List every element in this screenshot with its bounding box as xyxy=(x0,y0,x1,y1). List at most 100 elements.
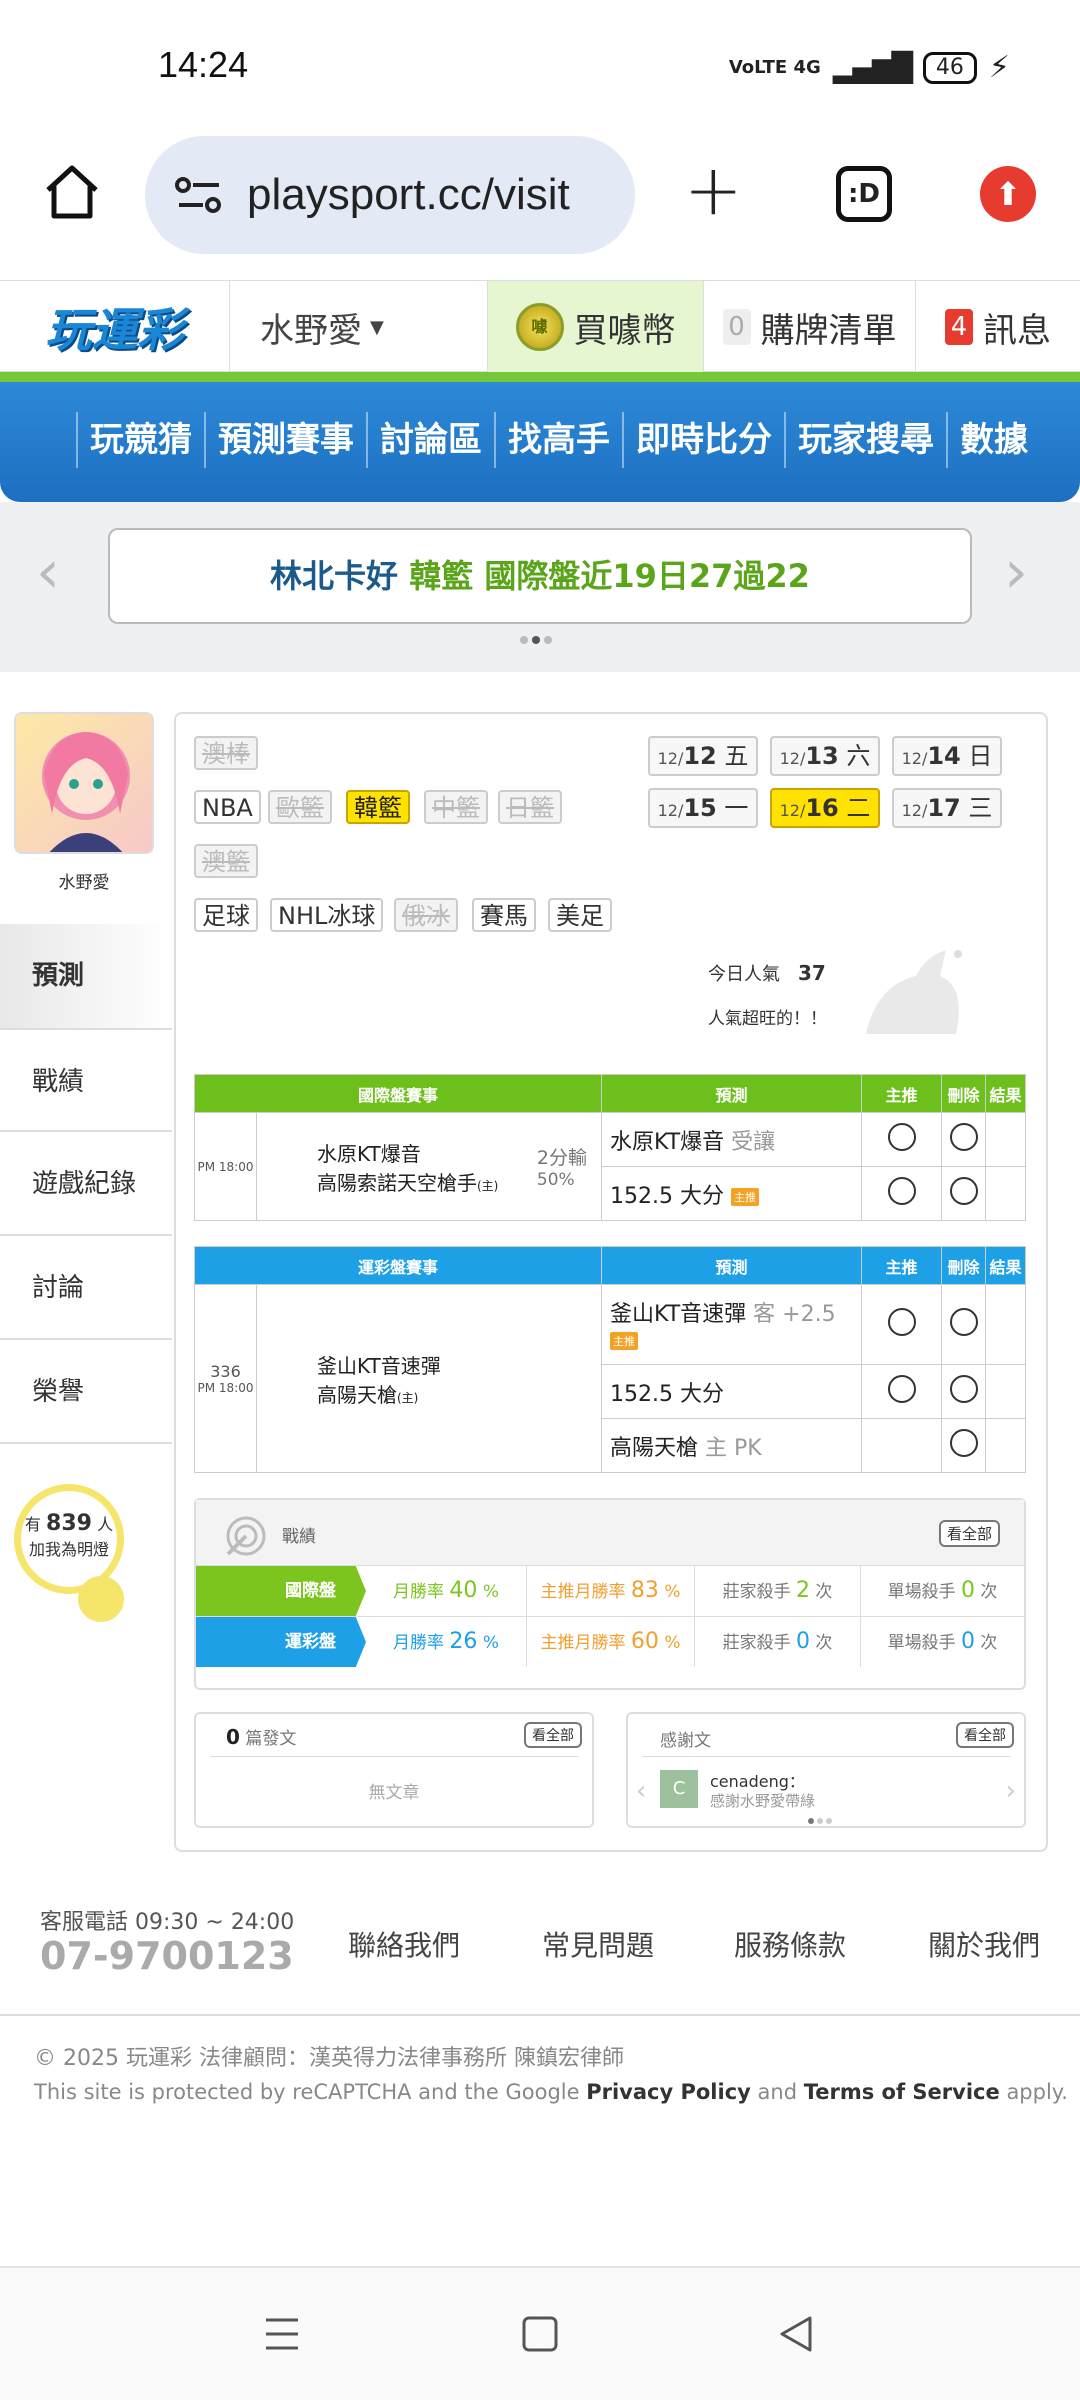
date-button[interactable]: 12/14 日 xyxy=(892,736,1002,776)
service-phone[interactable]: 07-9700123 xyxy=(40,1934,294,1978)
terms-link[interactable]: Terms of Service xyxy=(804,2080,1000,2104)
home-nav-icon[interactable] xyxy=(520,2314,560,2354)
user-dropdown[interactable]: 水野愛 ▼ xyxy=(230,281,488,373)
messages-label: 訊息 xyxy=(983,310,1051,351)
footer-link-faq[interactable]: 常見問題 xyxy=(542,1924,654,1964)
posts-empty: 無文章 xyxy=(368,1783,420,1803)
divider xyxy=(0,372,1080,382)
cart-button[interactable]: 0 購牌清單 xyxy=(704,281,916,373)
ticker-name: 林北卡好 xyxy=(270,557,399,595)
nav-item[interactable]: 討論區 xyxy=(366,412,494,468)
cart-label: 購牌清單 xyxy=(760,310,897,351)
messages-button[interactable]: 4 訊息 xyxy=(916,281,1080,373)
footer-link-about[interactable]: 關於我們 xyxy=(928,1924,1040,1964)
date-button[interactable]: 12/15 一 xyxy=(648,788,758,828)
system-nav-bar xyxy=(0,2266,1080,2400)
date-button-selected[interactable]: 12/16 二 xyxy=(770,788,880,828)
record-row-lottery: 運彩盤 月勝率 26 % 主推月勝率 60 % 莊家殺手 0 次 單場殺手 0 … xyxy=(196,1616,1024,1667)
coin-icon: 噱 xyxy=(515,303,564,351)
nav-item[interactable]: 玩家搜尋 xyxy=(784,412,946,468)
new-tab-button[interactable]: + xyxy=(684,155,743,225)
pick-cell: 152.5 大分 主推 xyxy=(601,1166,862,1221)
home-button[interactable] xyxy=(40,160,104,224)
date-button[interactable]: 12/17 三 xyxy=(892,788,1002,828)
sport-tag[interactable]: NBA xyxy=(194,790,261,824)
footer-link-contact[interactable]: 聯絡我們 xyxy=(348,1924,460,1964)
popularity-note: 人氣超旺的！！ xyxy=(708,1009,827,1029)
nav-item[interactable]: 即時比分 xyxy=(622,412,784,468)
nav-item[interactable]: 數據 xyxy=(946,412,1040,468)
sidebar-item-predict[interactable]: 預測 xyxy=(0,924,172,1028)
nav-item[interactable]: 玩競猜 xyxy=(76,412,204,468)
site-logo[interactable]: 玩運彩 xyxy=(0,281,230,373)
sport-tag[interactable]: 美足 xyxy=(548,898,612,932)
delete-radio[interactable] xyxy=(949,1307,978,1336)
sport-tag[interactable]: 足球 xyxy=(194,898,258,932)
posts-count: 0 xyxy=(226,1725,240,1749)
sport-tag[interactable]: 賽馬 xyxy=(472,898,536,932)
sport-tag-selected[interactable]: 韓籃 xyxy=(346,790,410,824)
recaptcha-notice: This site is protected by reCAPTCHA and … xyxy=(34,2080,1068,2104)
view-all-thanks-button[interactable]: 看全部 xyxy=(956,1722,1014,1748)
pick-cell: 152.5 大分 xyxy=(601,1364,862,1419)
pick-cell: 釜山KT音速彈 客 +2.5 主推 xyxy=(601,1284,862,1365)
follow-label: 加我為明燈 xyxy=(28,1540,109,1559)
footer-link-terms[interactable]: 服務條款 xyxy=(734,1924,846,1964)
follow-bulb[interactable]: 有 839 人 加我為明燈 xyxy=(14,1484,124,1594)
nav-item[interactable]: 預測賽事 xyxy=(204,412,366,468)
site-header: 玩運彩 水野愛 ▼ 噱 買噱幣 0 購牌清單 4 訊息 xyxy=(0,280,1080,373)
sport-tag: 俄冰 xyxy=(394,898,458,932)
game-time: PM 18:00 xyxy=(197,1381,254,1395)
status-bar: 14:24 VoLTE 4G ▂▄▆█ 46 ⚡ xyxy=(0,0,1080,130)
date-button[interactable]: 12/13 六 xyxy=(770,736,880,776)
avatar[interactable] xyxy=(14,712,154,854)
menu-icon[interactable] xyxy=(262,2314,302,2354)
main-pick-radio[interactable] xyxy=(887,1374,916,1403)
nav-item[interactable]: 找高手 xyxy=(494,412,622,468)
record-row-intl: 國際盤 月勝率 40 % 主推月勝率 83 % 莊家殺手 2 次 單場殺手 0 … xyxy=(196,1566,1024,1616)
address-bar[interactable]: playsport.cc/visit xyxy=(145,136,635,254)
signal-icon: ▂▄▆█ xyxy=(832,51,913,84)
avatar-image xyxy=(42,732,130,852)
site-settings-icon xyxy=(175,177,221,213)
main-pick-radio[interactable] xyxy=(887,1176,916,1205)
date-button[interactable]: 12/12 五 xyxy=(648,736,758,776)
ticker-item[interactable]: 林北卡好 韓籃 國際盤近19日27過22 xyxy=(108,528,972,624)
chevron-right-icon[interactable]: › xyxy=(1004,542,1028,602)
cart-count: 0 xyxy=(722,309,751,345)
sport-tag: 澳籃 xyxy=(194,844,258,878)
sidebar-item-game-log[interactable]: 遊戲紀錄 xyxy=(0,1132,172,1236)
sidebar-item-discuss[interactable]: 討論 xyxy=(0,1236,172,1340)
ticker-carousel: ‹ 林北卡好 韓籃 國際盤近19日27過22 › xyxy=(0,502,1080,672)
main-pick-radio[interactable] xyxy=(887,1307,916,1336)
sport-tag: 中籃 xyxy=(424,790,488,824)
sport-tag[interactable]: NHL冰球 xyxy=(270,898,384,932)
back-icon[interactable] xyxy=(776,2314,816,2354)
main-pick-radio[interactable] xyxy=(887,1122,916,1151)
sidebar-item-honor[interactable]: 榮譽 xyxy=(0,1340,172,1444)
update-button[interactable]: ⬆ xyxy=(980,166,1036,222)
ticker-text: 國際盤近19日27過22 xyxy=(484,557,810,595)
thanks-box: 感謝文 看全部 ‹ C cenadeng： 感謝水野愛帶綠 › xyxy=(626,1712,1026,1828)
delete-radio[interactable] xyxy=(949,1428,978,1457)
delete-radio[interactable] xyxy=(949,1122,978,1151)
system-icons: VoLTE 4G ▂▄▆█ 46 ⚡ xyxy=(729,50,1010,85)
buy-coin-button[interactable]: 噱 買噱幣 xyxy=(488,281,704,373)
view-all-record-button[interactable]: 看全部 xyxy=(938,1520,1000,1547)
chevron-left-icon[interactable]: ‹ xyxy=(636,1776,646,1806)
ticker-sport: 韓籃 xyxy=(409,557,474,595)
chevron-right-icon[interactable]: › xyxy=(1006,1776,1016,1806)
avatar: C xyxy=(660,1770,698,1808)
record-stats: 戰績 看全部 國際盤 月勝率 40 % 主推月勝率 83 % 莊家殺手 2 次 … xyxy=(194,1498,1026,1690)
privacy-link[interactable]: Privacy Policy xyxy=(586,2080,751,2104)
game-number: 336 xyxy=(210,1362,241,1381)
delete-radio[interactable] xyxy=(949,1374,978,1403)
view-all-posts-button[interactable]: 看全部 xyxy=(524,1722,582,1748)
fan-count: 839 xyxy=(46,1511,92,1536)
delete-radio[interactable] xyxy=(949,1176,978,1205)
tab-switcher-button[interactable]: :D xyxy=(836,166,892,222)
sport-tag: 澳棒 xyxy=(194,736,258,770)
chevron-left-icon[interactable]: ‹ xyxy=(36,542,60,602)
service-hours: 客服電話 09:30 ~ 24:00 xyxy=(40,1910,295,1935)
sidebar-item-record[interactable]: 戰績 xyxy=(0,1028,172,1132)
